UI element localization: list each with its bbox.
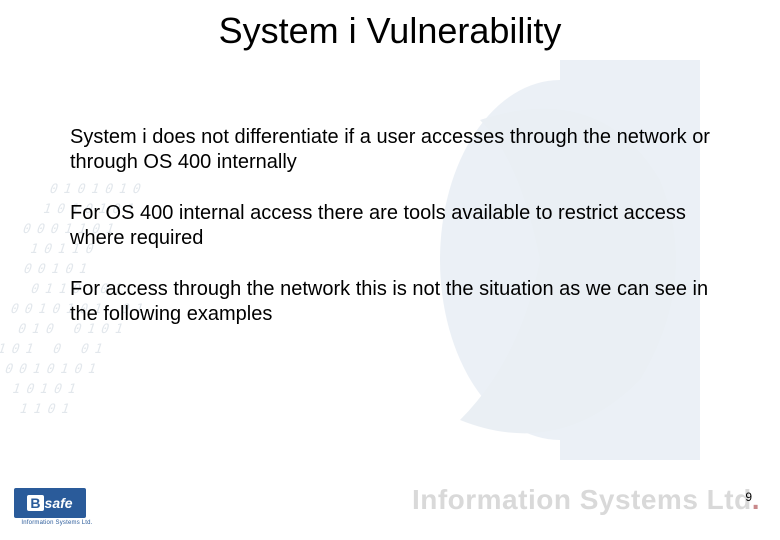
- slide-title: System i Vulnerability: [0, 10, 780, 52]
- logo-caption: Information Systems Ltd.: [14, 520, 100, 526]
- footer-brand-text: Information Systems Ltd.: [140, 484, 760, 516]
- logo-main: safe: [45, 495, 73, 511]
- footer-brand-label: Information Systems Ltd: [412, 484, 752, 515]
- logo-prefix: B: [27, 495, 43, 511]
- slide: 0101010 1010101 0001101 10110 00101 0110…: [0, 0, 780, 540]
- paragraph: For access through the network this is n…: [70, 277, 730, 327]
- bsafe-logo-icon: Bsafe: [14, 488, 86, 518]
- page-number: 9: [745, 490, 752, 504]
- footer-brand-dot: .: [752, 484, 760, 515]
- footer-logo: Bsafe Information Systems Ltd.: [14, 488, 100, 532]
- slide-body: System i does not differentiate if a use…: [70, 125, 730, 353]
- paragraph: System i does not differentiate if a use…: [70, 125, 730, 175]
- paragraph: For OS 400 internal access there are too…: [70, 201, 730, 251]
